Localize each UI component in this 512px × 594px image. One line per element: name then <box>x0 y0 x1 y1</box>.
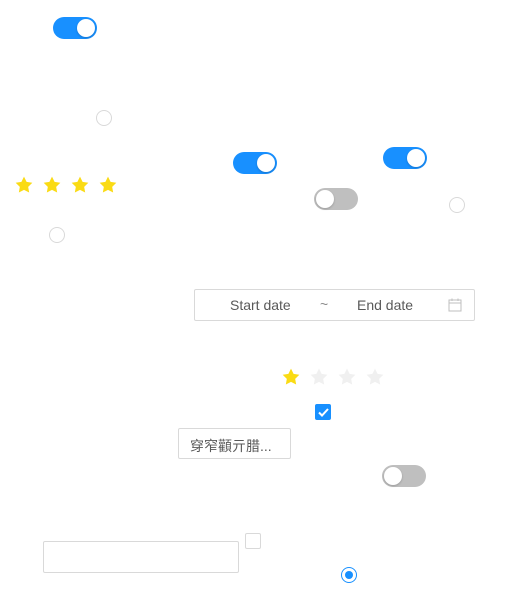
toggle-switch-3[interactable] <box>383 147 427 169</box>
calendar-icon <box>448 298 462 315</box>
date-range-picker[interactable]: Start date ~ End date <box>194 289 475 321</box>
star-icon[interactable] <box>365 367 385 387</box>
star-icon[interactable] <box>98 175 118 195</box>
toggle-switch-5[interactable] <box>382 465 426 487</box>
star-icon[interactable] <box>42 175 62 195</box>
checkbox-2[interactable] <box>245 533 261 549</box>
toggle-switch-1[interactable] <box>53 17 97 39</box>
star-rating-1[interactable] <box>14 175 118 195</box>
radio-4[interactable] <box>341 567 357 583</box>
toggle-switch-4[interactable] <box>314 188 358 210</box>
checkbox-1[interactable] <box>315 404 331 420</box>
select-box[interactable]: 穿窄顴亓腊... <box>178 428 291 459</box>
radio-2[interactable] <box>449 197 465 213</box>
toggle-switch-2[interactable] <box>233 152 277 174</box>
star-icon[interactable] <box>14 175 34 195</box>
radio-3[interactable] <box>49 227 65 243</box>
text-input[interactable] <box>43 541 239 573</box>
checkmark-icon <box>318 408 329 417</box>
select-value: 穿窄顴亓腊... <box>190 438 272 454</box>
star-icon[interactable] <box>309 367 329 387</box>
radio-1[interactable] <box>96 110 112 126</box>
star-icon[interactable] <box>337 367 357 387</box>
start-date-input[interactable]: Start date <box>230 297 291 313</box>
star-icon[interactable] <box>281 367 301 387</box>
end-date-input[interactable]: End date <box>357 297 413 313</box>
star-icon[interactable] <box>70 175 90 195</box>
range-separator: ~ <box>320 296 329 312</box>
star-rating-2[interactable] <box>281 367 385 387</box>
